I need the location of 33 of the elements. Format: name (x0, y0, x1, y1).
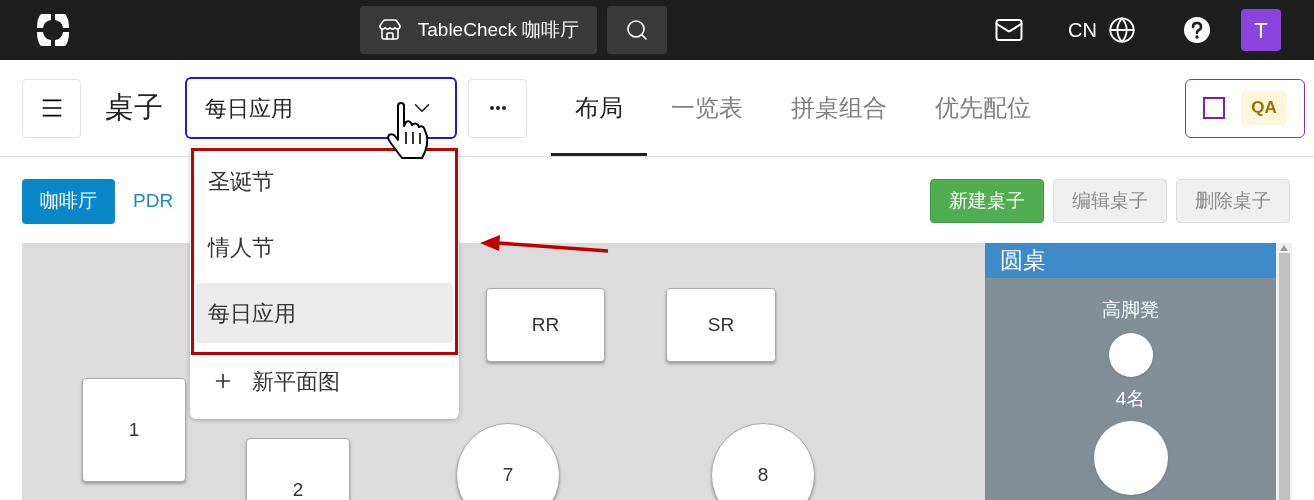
scrollbar[interactable] (1276, 243, 1292, 500)
area-tab[interactable]: PDR (115, 178, 192, 224)
dropdown-option[interactable]: 每日应用 (196, 283, 453, 343)
table-type-label: 高脚凳 (1102, 298, 1159, 322)
header-tab[interactable]: 布局 (551, 60, 647, 156)
qa-badge: QA (1241, 91, 1287, 125)
search-button[interactable] (607, 6, 668, 54)
table-shape[interactable]: 7 (456, 423, 560, 500)
globe-icon[interactable] (1108, 16, 1136, 44)
menu-button[interactable] (22, 78, 81, 138)
area-tab[interactable]: 咖啡厅 (22, 178, 115, 224)
header-tab[interactable]: 优先配位 (911, 60, 1055, 156)
new-floor-plan-option[interactable]: 新平面图 (190, 353, 459, 409)
side-panel-header: 圆桌 (985, 243, 1276, 278)
header-tab[interactable]: 拼桌组合 (767, 60, 911, 156)
user-avatar[interactable]: T (1241, 9, 1281, 51)
page-title: 桌子 (105, 90, 163, 126)
header-tab[interactable]: 一览表 (647, 60, 767, 156)
table-shape[interactable]: SR (666, 288, 776, 362)
qa-checkbox[interactable] (1203, 97, 1226, 119)
table-shape[interactable]: 2 (246, 438, 350, 500)
store-icon (377, 18, 402, 42)
table-shape[interactable]: RR (486, 288, 605, 362)
language-code[interactable]: CN (1068, 15, 1097, 45)
table-shape[interactable]: 1 (82, 378, 186, 482)
table-type-label: 4名 (1115, 386, 1146, 411)
table-type-shape[interactable] (1108, 332, 1153, 377)
table-shape[interactable]: 8 (711, 423, 815, 500)
help-icon[interactable] (1183, 16, 1211, 44)
search-icon (625, 18, 650, 42)
dropdown-option[interactable]: 情人节 (196, 217, 453, 277)
more-icon (489, 106, 506, 110)
store-selector[interactable]: TableCheck 咖啡厅 (359, 6, 598, 54)
